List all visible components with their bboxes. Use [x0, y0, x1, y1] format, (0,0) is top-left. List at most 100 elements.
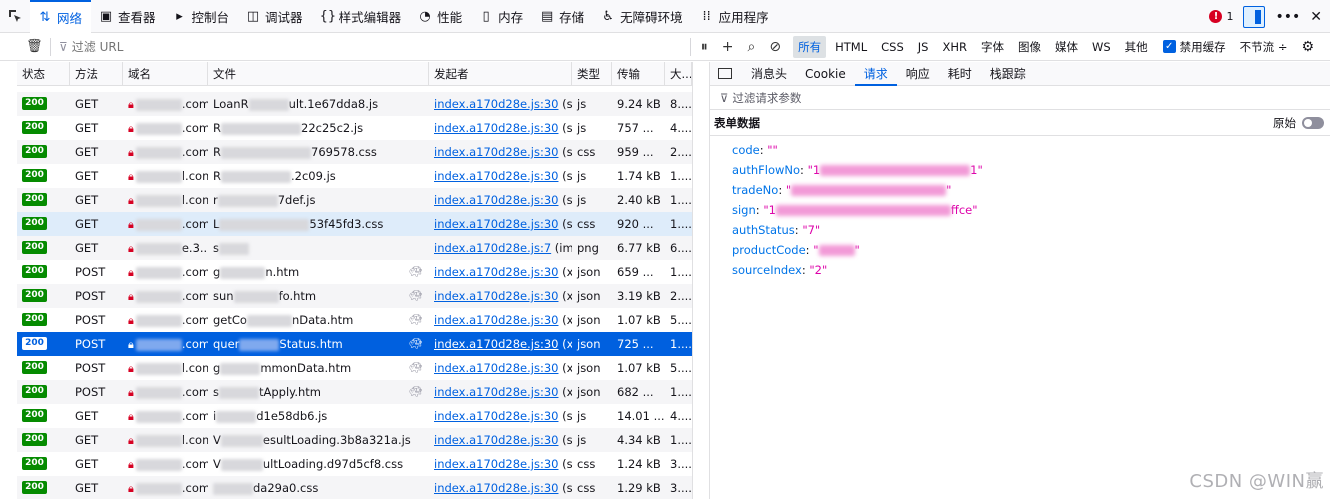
initiator-link[interactable]: index.a170d28e.js:30 — [434, 361, 558, 375]
initiator-link[interactable]: index.a170d28e.js:30 — [434, 313, 558, 327]
table-row[interactable]: 200 POST 🔒︎ .com sun fo.htm 🐢︎ index.a170d28e.j… — [17, 284, 692, 308]
settings-gear-icon[interactable]: ⚙ — [1301, 39, 1314, 55]
initiator-link[interactable]: index.a170d28e.js:30 — [434, 193, 558, 207]
type-filter-button[interactable]: CSS — [876, 37, 909, 57]
watermark: CSDN @WIN赢 — [1189, 471, 1324, 492]
table-row[interactable]: 200 POST 🔒︎ .com getCo nData.htm 🐢︎ index.a170d… — [17, 308, 692, 332]
column-header[interactable]: 发起者 — [429, 62, 572, 86]
more-options-icon[interactable]: ••• — [1275, 9, 1300, 25]
type-filter-button[interactable]: WS — [1087, 37, 1116, 57]
initiator-link[interactable]: index.a170d28e.js:30 — [434, 97, 558, 111]
tool-tab-accessibility[interactable]: ♿ 无障碍环境 — [593, 0, 692, 33]
table-row[interactable]: 200 POST 🔒︎ .com s tApply.htm 🐢︎ index.a170d28e… — [17, 380, 692, 404]
details-tab[interactable]: 响应 — [897, 62, 939, 86]
type-filter-button[interactable]: 字体 — [976, 36, 1009, 58]
details-tab[interactable]: 耗时 — [939, 62, 981, 86]
table-row[interactable]: 200 POST 🔒︎ .com quer Status.htm 🐢︎ index.a170d… — [17, 332, 692, 356]
clear-trash-icon[interactable]: 🗑 — [26, 39, 44, 54]
table-row[interactable]: 200 GET 🔒︎ .com da29a0.css index.a170d28e.js:… — [17, 476, 692, 499]
table-row[interactable]: 200 GET 🔒︎ .com VultLoading.d97d5cf8.css inde… — [17, 452, 692, 476]
throttle-select[interactable]: 不节流 ÷ — [1240, 39, 1288, 55]
size-cell: 1.... — [670, 385, 692, 399]
filter-url-input[interactable] — [67, 35, 688, 58]
details-tab[interactable]: 请求 — [854, 62, 897, 86]
type-filter-button[interactable]: HTML — [830, 37, 872, 57]
tool-tab-inspector[interactable]: ▣ 查看器 — [91, 0, 165, 33]
type-filter-button[interactable]: 其他 — [1120, 36, 1153, 58]
table-row[interactable]: 200 GET 🔒︎ .com R 769578.css index.a170d28e.js… — [17, 140, 692, 164]
initiator-link[interactable]: index.a170d28e.js:30 — [434, 289, 558, 303]
table-row[interactable]: 200 GET 🔒︎ l.com r 7def.js index.a170d28e.js:3… — [17, 188, 692, 212]
tool-tab-storage[interactable]: ▤ 存储 — [532, 0, 593, 33]
table-row[interactable]: 200GET🔒︎e.3...sindex.a170d28e.js:7 (im..… — [17, 236, 692, 260]
column-header[interactable]: 状态 — [17, 62, 70, 86]
table-row[interactable]: 200 POST 🔒︎ l.com g mmonData.htm 🐢︎ index.a170d… — [17, 356, 692, 380]
table-row[interactable]: 200 GET 🔒︎ l.com R .2c09.js index.a170d28e.js:… — [17, 164, 692, 188]
type-filter-button[interactable]: 媒体 — [1050, 36, 1083, 58]
initiator-cell: index.a170d28e.js:30 (x... — [429, 308, 572, 332]
initiator-link[interactable]: index.a170d28e.js:30 — [434, 457, 558, 471]
toggle-sidebar-icon[interactable] — [718, 68, 732, 79]
table-row[interactable]: 200 POST 🔒︎ .com g n.htm 🐢︎ index.a170d28e.js:3… — [17, 260, 692, 284]
raw-toggle[interactable]: 原始 — [1273, 115, 1324, 131]
form-param[interactable]: sourceIndex: "2" — [732, 260, 1330, 280]
type-filter-button[interactable]: JS — [913, 37, 934, 57]
initiator-link[interactable]: index.a170d28e.js:30 — [434, 409, 558, 423]
table-row[interactable]: 200 GET 🔒︎ .com L 53f45fd3.css index.a170d28e.… — [17, 212, 692, 236]
form-param[interactable]: code: "" — [732, 140, 1330, 160]
table-row[interactable]: 200 GET 🔒︎ .com R 22c25c2.js index.a170d28e.js… — [17, 116, 692, 140]
column-header[interactable]: 文件 — [208, 62, 429, 86]
initiator-link[interactable]: index.a170d28e.js:30 — [434, 217, 558, 231]
column-header[interactable]: 域名 — [123, 62, 208, 86]
disable-cache-checkbox[interactable]: ✓ 禁用缓存 — [1162, 39, 1226, 55]
table-row[interactable]: 200 GET 🔒︎ .com LoanR ult.1e67dda8.js index.a1… — [17, 92, 692, 116]
element-picker-icon[interactable] — [0, 0, 30, 33]
initiator-link[interactable]: index.a170d28e.js:30 — [434, 145, 558, 159]
initiator-link[interactable]: index.a170d28e.js:7 — [434, 241, 551, 255]
insecure-lock-icon: 🔒︎ — [128, 482, 134, 495]
details-tab[interactable]: 栈跟踪 — [981, 62, 1035, 86]
initiator-link[interactable]: index.a170d28e.js:30 — [434, 385, 558, 399]
column-header[interactable]: 方法 — [70, 62, 123, 86]
initiator-link[interactable]: index.a170d28e.js:30 — [434, 121, 558, 135]
column-header[interactable]: 传输 — [612, 62, 665, 86]
error-count-badge[interactable]: ! 1 — [1209, 10, 1233, 23]
initiator-link[interactable]: index.a170d28e.js:30 — [434, 337, 558, 351]
tool-tab-console[interactable]: ▸ 控制台 — [165, 0, 239, 33]
pause-icon[interactable]: ⏸ — [701, 39, 708, 55]
tool-tab-debugger[interactable]: ◫ 调试器 — [238, 0, 312, 33]
form-param[interactable]: sign: "1 ffce" — [732, 200, 1330, 220]
panel-splitter[interactable] — [692, 62, 709, 499]
column-header[interactable]: 大... — [665, 62, 692, 86]
redacted-file — [233, 290, 279, 303]
dock-side-icon[interactable] — [1243, 5, 1266, 28]
form-param[interactable]: productCode: " " — [732, 240, 1330, 260]
close-icon[interactable]: ✕ — [1310, 9, 1322, 25]
initiator-link[interactable]: index.a170d28e.js:30 — [434, 169, 558, 183]
tool-tab-performance[interactable]: ◔ 性能 — [410, 0, 471, 33]
type-filter-button[interactable]: XHR — [937, 37, 972, 57]
initiator-link[interactable]: index.a170d28e.js:30 — [434, 481, 558, 495]
tool-tab-style-editor[interactable]: {} 样式编辑器 — [312, 0, 411, 33]
initiator-link[interactable]: index.a170d28e.js:30 — [434, 265, 558, 279]
table-row[interactable]: 200 GET 🔒︎ l.com VesultLoading.3b8a321a.js in… — [17, 428, 692, 452]
type-filter-button[interactable]: 所有 — [793, 35, 827, 58]
block-icon[interactable]: ⊘ — [769, 39, 781, 55]
tool-tab-application-grid[interactable]: ⁞⁞ 应用程序 — [692, 0, 778, 33]
details-tab[interactable]: 消息头 — [742, 62, 796, 86]
type-filter-button[interactable]: 图像 — [1013, 36, 1046, 58]
table-row[interactable]: 200 GET 🔒︎ .com i d1e58db6.js index.a170d28e.j… — [17, 404, 692, 428]
params-filter[interactable]: ⊽ 过滤请求参数 — [710, 86, 1330, 110]
initiator-link[interactable]: index.a170d28e.js:30 — [434, 433, 558, 447]
details-tab[interactable]: Cookie — [796, 62, 855, 86]
form-param[interactable]: authFlowNo: "1 1" — [732, 160, 1330, 180]
column-header[interactable]: 类型 — [572, 62, 612, 86]
tool-tab-memory[interactable]: ▯ 内存 — [471, 0, 532, 33]
tool-tab-network-arrows[interactable]: ⇅ 网络 — [30, 0, 92, 33]
form-data-section[interactable]: 表单数据 原始 — [710, 110, 1330, 136]
search-icon[interactable]: ⌕ — [748, 39, 756, 55]
form-param[interactable]: tradeNo: " " — [732, 180, 1330, 200]
form-param[interactable]: authStatus: "7" — [732, 220, 1330, 240]
param-key: tradeNo — [732, 183, 779, 197]
add-icon[interactable]: + — [722, 39, 734, 55]
